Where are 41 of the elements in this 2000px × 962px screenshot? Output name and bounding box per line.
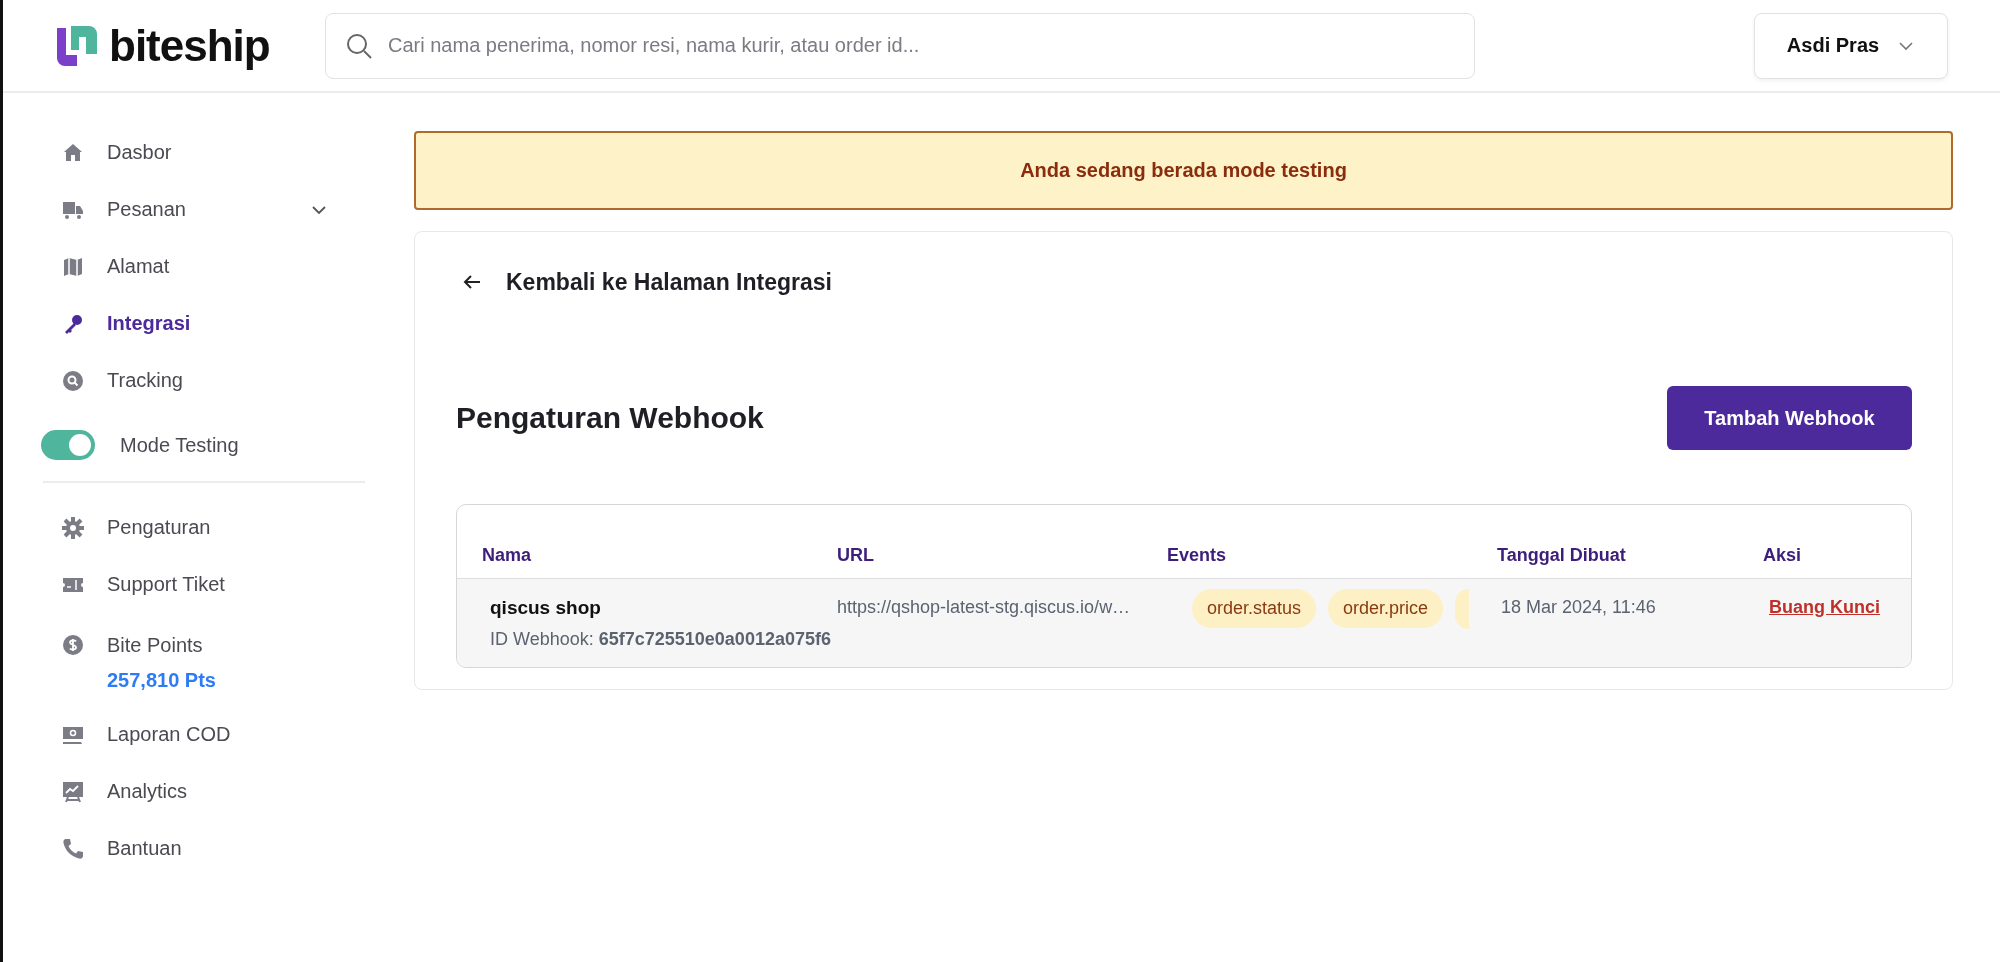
remove-key-link[interactable]: Buang Kunci <box>1769 597 1880 617</box>
add-webhook-button[interactable]: Tambah Webhook <box>1667 386 1912 450</box>
phone-icon <box>61 836 85 861</box>
page-title: Pengaturan Webhook <box>456 401 764 435</box>
sidebar-item[interactable]: Analytics <box>3 763 363 820</box>
sidebar-item[interactable]: Dasbor <box>3 124 363 181</box>
testing-mode-banner: Anda sedang berada mode testing <box>414 131 1953 210</box>
column-header: URL <box>837 544 875 567</box>
webhook-url: https://qshop-latest-stg.qiscus.io/w… <box>837 597 1131 617</box>
mode-toggle[interactable] <box>41 430 95 460</box>
back-link[interactable]: Kembali ke Halaman Integrasi <box>456 252 838 312</box>
chart-board-icon <box>61 779 85 804</box>
user-menu-button[interactable]: Asdi Pras <box>1754 12 1948 79</box>
column-header: Aksi <box>1763 544 1803 567</box>
webhook-id: ID Webhook: 65f7c725510e0a0012a075f6 <box>490 629 832 650</box>
settings-icon <box>61 515 85 540</box>
created-date: 18 Mar 2024, 11:46 <box>1501 597 1656 617</box>
logo-icon <box>55 23 99 68</box>
column-header: Nama <box>481 544 533 567</box>
event-badge: order.status <box>1192 589 1317 628</box>
sidebar-item[interactable]: Bantuan <box>3 820 363 877</box>
dollar-coin-icon <box>61 633 85 657</box>
sidebar-item[interactable]: Laporan COD <box>3 706 363 763</box>
points-balance: 257,810 Pts <box>107 669 216 692</box>
search-icon <box>61 368 85 393</box>
search-icon <box>345 31 373 60</box>
webhook-name: qiscus shop <box>490 597 602 619</box>
logo-text: biteship <box>109 20 270 71</box>
event-badge: order.price <box>1328 589 1444 628</box>
clipped-badge-edge <box>1455 589 1470 629</box>
column-header: Events <box>1167 544 1228 567</box>
toggle-label: Mode Testing <box>120 433 239 457</box>
sidebar-item[interactable]: Pesanan <box>3 181 363 238</box>
sidebar-item[interactable]: Pengaturan <box>3 499 363 556</box>
sidebar-item[interactable]: Alamat <box>3 238 363 295</box>
sidebar-item[interactable]: Tracking <box>3 352 363 409</box>
search-field[interactable]: Cari nama penerima, nomor resi, nama kurir, atau order id... <box>325 12 1475 79</box>
sidebar-item[interactable]: Integrasi <box>3 295 363 352</box>
column-header: Tanggal Dibuat <box>1497 544 1627 567</box>
sidebar-item[interactable]: Support Tiket <box>3 556 363 613</box>
sidebar-item[interactable]: Bite Points <box>3 613 363 657</box>
